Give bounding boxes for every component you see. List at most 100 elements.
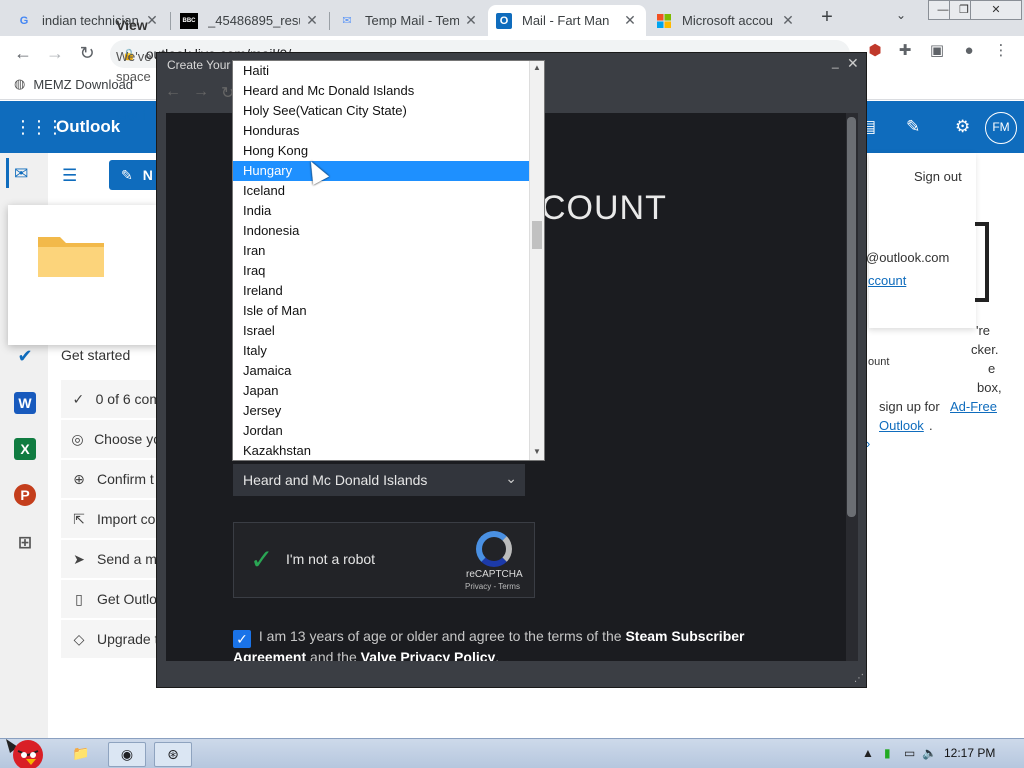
kebab-menu-icon[interactable]: ⋮ [992,42,1010,60]
tab-search-chevron-icon[interactable]: ⌄ [896,8,906,22]
privacy-policy-link[interactable]: Valve Privacy Policy [361,649,496,661]
avatar[interactable]: FM [985,112,1017,144]
apps-grid-icon[interactable]: ⊞ [14,532,36,554]
country-dropdown-list[interactable]: Haiti Heard and Mc Donald Islands Holy S… [232,60,545,461]
country-option[interactable]: Italy [233,341,529,361]
mail-icon[interactable]: ✉ [14,164,28,184]
tray-expand-icon[interactable]: ▲ [862,746,874,760]
outlook-link[interactable]: Outlook [879,418,924,433]
battery-icon[interactable]: ▮ [884,746,891,760]
popover-title: View [116,17,148,33]
extension-icon[interactable]: ⬢ [866,42,884,60]
country-option[interactable]: Holy See(Vatican City State) [233,101,529,121]
checklist-label: Import co [97,511,156,527]
resize-grip-icon[interactable]: ⋰ [854,673,864,684]
recaptcha-terms[interactable]: Privacy - Terms [465,582,520,591]
scroll-down-arrow-icon[interactable]: ▼ [533,447,541,456]
app-launcher-icon[interactable]: ⋮⋮⋮ [14,117,64,138]
steam-taskbar-icon[interactable]: ⊛ [154,742,192,767]
powerpoint-icon[interactable]: P [14,484,36,506]
close-tab-icon[interactable]: ✕ [780,12,796,29]
scrollbar-thumb[interactable] [847,117,856,517]
phone-icon: ▯ [75,590,83,607]
steam-scrollbar[interactable] [846,113,858,661]
country-option[interactable]: Iran [233,241,529,261]
close-tab-icon[interactable]: ✕ [304,12,320,29]
excel-icon[interactable]: X [14,438,36,460]
country-option[interactable]: Jamaica [233,361,529,381]
profile-icon[interactable]: ● [960,42,978,60]
close-window-button[interactable]: ✕ [970,0,1022,20]
angry-bird-start-icon[interactable] [4,731,48,768]
gear-icon[interactable]: ⚙ [955,117,970,137]
country-option[interactable]: Iceland [233,181,529,201]
popover-body-line: We've [116,49,152,64]
puzzle-extensions-icon[interactable]: ✚ [896,42,914,60]
country-option[interactable]: India [233,201,529,221]
file-explorer-icon[interactable]: 📁 [62,742,100,767]
checklist-item[interactable]: ➤ Send a m [61,540,161,578]
agree-checkbox[interactable]: ✓ [233,630,251,648]
country-option[interactable]: Heard and Mc Donald Islands [233,81,529,101]
volume-icon[interactable]: 🔈 [922,746,937,760]
country-option[interactable]: Iraq [233,261,529,281]
network-icon[interactable]: ▭ [904,746,915,760]
country-option[interactable]: Israel [233,321,529,341]
country-option-highlighted[interactable]: Hungary [233,161,529,181]
chrome-taskbar-icon[interactable]: ◉ [108,742,146,767]
checklist-item[interactable]: ▯ Get Outlo [61,580,161,618]
hamburger-menu-icon[interactable]: ☰ [62,166,77,186]
subscriber-agreement-link[interactable]: Agreement [233,649,306,661]
word-icon[interactable]: W [14,392,36,414]
forward-arrow-icon[interactable]: → [44,42,66,64]
recaptcha-widget[interactable]: ✓ I'm not a robot reCAPTCHA Privacy - Te… [233,522,535,598]
country-option[interactable]: Haiti [233,61,529,81]
sign-out-link[interactable]: Sign out [914,169,962,184]
forward-arrow-icon[interactable]: → [193,83,209,101]
clock[interactable]: 12:17 PM [944,746,995,760]
palette-icon: ◎ [71,430,84,447]
close-tab-icon[interactable]: ✕ [622,12,638,29]
country-option[interactable]: Kazakhstan [233,441,529,460]
country-select[interactable]: Heard and Mc Donald Islands ⌄ [233,464,525,496]
country-option[interactable]: Jersey [233,401,529,421]
side-panel-icon[interactable]: ▣ [928,42,946,60]
back-arrow-icon[interactable]: ← [165,83,181,101]
country-option[interactable]: Jordan [233,421,529,441]
reload-icon[interactable]: ↻ [76,42,98,64]
outlook-brand[interactable]: Outlook [56,117,120,137]
checklist-progress[interactable]: ✓ 0 of 6 com [61,380,161,418]
ad-free-link[interactable]: Ad-Free [950,399,997,414]
tab-microsoft-account[interactable]: Microsoft accou ✕ [648,5,804,36]
country-option[interactable]: Honduras [233,121,529,141]
new-tab-button[interactable]: + [816,6,838,28]
checklist-item[interactable]: ◎ Choose yo [61,420,161,458]
dropdown-scrollbar[interactable]: ▲ ▼ [529,61,544,460]
tab-temp-mail[interactable]: ✉ Temp Mail - Tem ✕ [331,5,487,36]
checkmark-icon[interactable]: ✓ [250,543,273,576]
country-option[interactable]: Hong Kong [233,141,529,161]
checklist-item[interactable]: ⇱ Import co [61,500,161,538]
dropdown-scroll-thumb[interactable] [532,221,542,249]
country-option[interactable]: Indonesia [233,221,529,241]
minimize-icon[interactable]: _ [832,55,839,69]
back-arrow-icon[interactable]: ← [12,42,34,64]
notes-icon[interactable]: ✎ [906,117,920,137]
globe-icon: ⊕ [73,470,85,487]
checklist-item[interactable]: ◇ Upgrade t [61,620,161,658]
scroll-up-arrow-icon[interactable]: ▲ [533,63,541,72]
tab-title: Mail - Fart Man [522,13,610,28]
country-option[interactable]: Isle of Man [233,301,529,321]
popover-got-it-link[interactable]: Got i [116,107,146,123]
tab-outlook-mail[interactable]: O Mail - Fart Man ✕ [488,5,646,36]
close-tab-icon[interactable]: ✕ [463,12,479,29]
my-account-link[interactable]: ccount [868,273,906,288]
tab-bbc-result[interactable]: BBC _45486895_resul ✕ [172,5,328,36]
checklist-item[interactable]: ⊕ Confirm t [61,460,161,498]
account-switch-text[interactable]: ount [868,356,889,368]
close-icon[interactable]: ✕ [847,55,859,72]
todo-check-icon[interactable]: ✔ [14,345,36,367]
subscriber-agreement-link[interactable]: Steam Subscriber [625,628,744,644]
country-option[interactable]: Ireland [233,281,529,301]
country-option[interactable]: Japan [233,381,529,401]
